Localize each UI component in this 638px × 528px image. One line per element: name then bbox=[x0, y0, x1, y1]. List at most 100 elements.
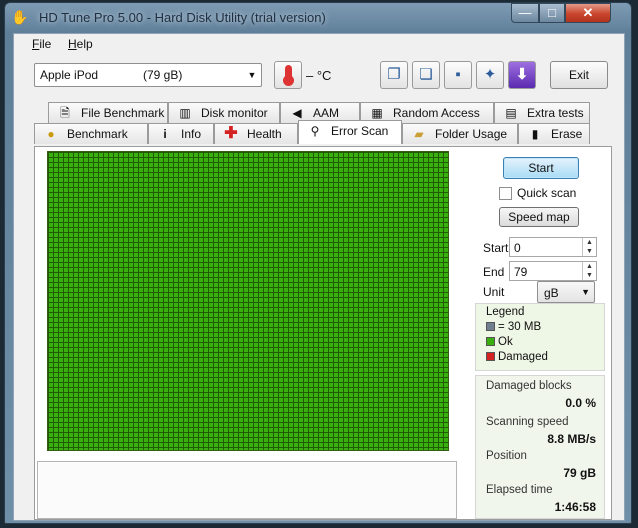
window-title: HD Tune Pro 5.00 - Hard Disk Utility (tr… bbox=[39, 10, 326, 25]
start-button[interactable]: Start bbox=[503, 157, 579, 179]
maximize-button[interactable]: □ bbox=[539, 3, 565, 23]
save-icon: ▪ bbox=[455, 66, 461, 83]
save-button[interactable]: ▪ bbox=[444, 61, 472, 89]
download-button[interactable]: ⬇ bbox=[508, 61, 536, 89]
tab-label: Erase bbox=[551, 127, 583, 141]
stats-box: Damaged blocks 0.0 % Scanning speed 8.8 … bbox=[475, 375, 605, 519]
tab-disk-monitor[interactable]: ▥ Disk monitor bbox=[168, 102, 280, 123]
tab-label: AAM bbox=[313, 106, 340, 120]
scan-block-grid bbox=[47, 151, 449, 451]
settings-button[interactable]: ✦ bbox=[476, 61, 504, 89]
speaker-icon: ◀ bbox=[292, 106, 302, 120]
scan-log bbox=[37, 461, 457, 519]
damaged-blocks-label: Damaged blocks bbox=[486, 380, 572, 392]
settings-icon: ✦ bbox=[483, 66, 497, 83]
copy-screen-icon: ❏ bbox=[419, 66, 433, 83]
scanning-speed-label: Scanning speed bbox=[486, 416, 569, 428]
legend-block-size: = 30 MB bbox=[486, 321, 541, 333]
copy-screen-button[interactable]: ❏ bbox=[412, 61, 440, 89]
spinner-arrows-icon[interactable]: ▲ ▼ bbox=[582, 262, 596, 280]
tab-label: Folder Usage bbox=[435, 127, 508, 141]
chevron-down-icon: ▼ bbox=[247, 70, 257, 80]
drive-name: Apple iPod bbox=[40, 68, 99, 82]
speed-map-button[interactable]: Speed map bbox=[499, 207, 579, 227]
client-area: File Help Apple iPod (79 gB) ▼ – °C ❐ ❏ … bbox=[13, 33, 625, 521]
temperature-readout: – °C bbox=[306, 68, 332, 83]
unit-select[interactable]: gB ▼ bbox=[537, 281, 595, 303]
exit-button[interactable]: Exit bbox=[550, 61, 608, 89]
menu-help[interactable]: Help bbox=[68, 37, 93, 51]
menu-file[interactable]: File bbox=[32, 37, 51, 51]
drive-select[interactable]: Apple iPod (79 gB) ▼ bbox=[34, 63, 262, 87]
hand-app-icon: ✋ bbox=[11, 9, 29, 25]
unit-label: Unit bbox=[483, 285, 505, 299]
tab-benchmark[interactable]: ● Benchmark bbox=[34, 123, 148, 144]
legend-ok-text: Ok bbox=[498, 336, 513, 348]
menu-bar: File Help bbox=[14, 34, 624, 54]
unit-value: gB bbox=[544, 286, 559, 300]
end-value: 79 bbox=[514, 265, 528, 279]
close-button[interactable]: ✕ bbox=[565, 3, 611, 23]
thermometer-icon bbox=[283, 65, 294, 86]
tab-file-benchmark[interactable]: 🗎 File Benchmark bbox=[48, 102, 168, 123]
scanning-speed-value: 8.8 MB/s bbox=[547, 432, 596, 446]
elapsed-time-value: 1:46:58 bbox=[554, 500, 596, 514]
temperature-button[interactable] bbox=[274, 61, 302, 89]
spinner-arrows-icon[interactable]: ▲ ▼ bbox=[582, 238, 596, 256]
elapsed-time-label: Elapsed time bbox=[486, 484, 553, 496]
ok-swatch bbox=[486, 337, 495, 346]
bulb-icon: ● bbox=[47, 127, 55, 141]
scan-controls: Start Quick scan Speed map Start 0 ▲ ▼ En… bbox=[475, 147, 609, 521]
legend-ok: Ok bbox=[486, 336, 513, 348]
minimize-button[interactable]: — bbox=[511, 3, 539, 23]
title-bar[interactable]: ✋ HD Tune Pro 5.00 - Hard Disk Utility (… bbox=[5, 3, 631, 31]
quick-scan-checkbox[interactable] bbox=[499, 187, 512, 200]
block-swatch bbox=[486, 322, 495, 331]
toolbar: Apple iPod (79 gB) ▼ – °C ❐ ❏ ▪ ✦ ⬇ Exit bbox=[14, 56, 624, 96]
tab-info[interactable]: i Info bbox=[148, 123, 214, 144]
tab-extra-tests[interactable]: ▤ Extra tests bbox=[494, 102, 590, 123]
tab-folder-usage[interactable]: ▰ Folder Usage bbox=[402, 123, 518, 144]
trash-icon: ▮ bbox=[531, 127, 539, 141]
tab-label: Random Access bbox=[393, 106, 480, 120]
tab-label: Extra tests bbox=[527, 106, 584, 120]
tab-bar: 🗎 File Benchmark ▥ Disk monitor ◀ AAM ▦ … bbox=[14, 102, 624, 148]
document-icon: 🗎 bbox=[60, 106, 70, 120]
magnifier-icon: ⚲ bbox=[310, 124, 320, 138]
legend-damaged-text: Damaged bbox=[498, 351, 548, 363]
position-value: 79 gB bbox=[563, 466, 596, 480]
grid-icon: ▦ bbox=[371, 106, 383, 120]
chart-icon: ▥ bbox=[179, 106, 191, 120]
copy-info-icon: ❐ bbox=[387, 66, 401, 83]
tab-error-scan[interactable]: ⚲ Error Scan bbox=[298, 120, 402, 144]
cross-icon: ✚ bbox=[224, 125, 238, 142]
app-window: ✋ HD Tune Pro 5.00 - Hard Disk Utility (… bbox=[4, 2, 632, 524]
tab-label: Error Scan bbox=[331, 124, 389, 138]
quick-scan-label: Quick scan bbox=[517, 186, 577, 200]
tab-label: File Benchmark bbox=[81, 106, 165, 120]
legend-damaged: Damaged bbox=[486, 351, 548, 363]
legend-block-size-text: = 30 MB bbox=[498, 321, 542, 333]
tab-label: Health bbox=[247, 127, 282, 141]
damaged-blocks-value: 0.0 % bbox=[565, 396, 596, 410]
position-label: Position bbox=[486, 450, 527, 462]
start-spinner[interactable]: 0 ▲ ▼ bbox=[509, 237, 597, 257]
error-scan-panel: Start Quick scan Speed map Start 0 ▲ ▼ En… bbox=[34, 146, 612, 520]
tab-health[interactable]: ✚ Health bbox=[214, 123, 298, 144]
tab-erase[interactable]: ▮ Erase bbox=[518, 123, 590, 144]
info-icon: i bbox=[163, 127, 167, 141]
start-field-label: Start bbox=[483, 241, 509, 255]
folder-icon: ▰ bbox=[414, 127, 424, 141]
chevron-down-icon: ▼ bbox=[581, 287, 590, 297]
tab-label: Benchmark bbox=[67, 127, 128, 141]
drive-size: (79 gB) bbox=[143, 68, 183, 82]
legend-title: Legend bbox=[486, 306, 525, 318]
start-value: 0 bbox=[514, 241, 521, 255]
end-field-label: End bbox=[483, 265, 505, 279]
clipboard-icon: ▤ bbox=[505, 106, 517, 120]
copy-info-button[interactable]: ❐ bbox=[380, 61, 408, 89]
legend-box: Legend = 30 MB Ok Damaged bbox=[475, 303, 605, 371]
end-spinner[interactable]: 79 ▲ ▼ bbox=[509, 261, 597, 281]
tab-label: Disk monitor bbox=[201, 106, 268, 120]
tab-label: Info bbox=[181, 127, 202, 141]
